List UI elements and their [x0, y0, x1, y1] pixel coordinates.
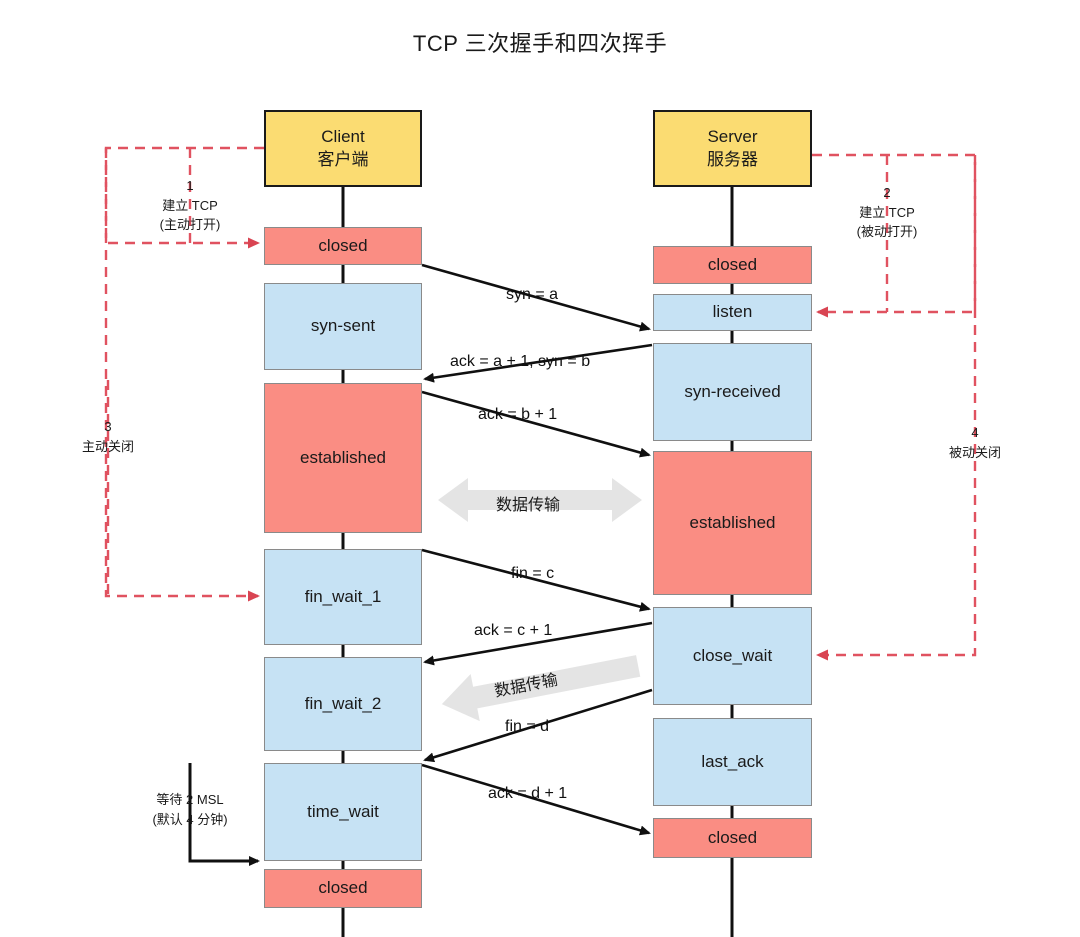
note-msl-wait: 等待 2 MSL (默认 4 分钟)	[130, 790, 250, 829]
state-label: closed	[707, 827, 758, 847]
server-state-close-wait: close_wait	[653, 607, 812, 705]
state-label: established	[299, 447, 386, 467]
server-state-closed-final: closed	[653, 818, 812, 858]
note-2-line2: (被动打开)	[856, 224, 918, 239]
message-label-ack-d: ack = d + 1	[488, 785, 568, 802]
server-state-last-ack: last_ack	[653, 718, 812, 806]
client-state-fin-wait-2: fin_wait_2	[264, 657, 422, 751]
server-state-syn-received: syn-received	[653, 343, 812, 441]
client-state-closed-initial: closed	[264, 227, 422, 265]
server-header-en: Server	[707, 126, 758, 146]
state-label: listen	[712, 302, 753, 322]
note-3-number: 3	[104, 419, 112, 434]
client-state-established: established	[264, 383, 422, 533]
message-label-ack-c: ack = c + 1	[474, 622, 553, 639]
server-state-established: established	[653, 451, 812, 595]
client-header-cn: 客户端	[317, 149, 369, 169]
note-1-line1: 建立 TCP	[162, 197, 218, 213]
note-3-active-close: 3 主动关闭	[48, 417, 168, 456]
data-transfer-label-upper: 数据传输	[496, 497, 561, 514]
message-label-fin-c: fin = c	[511, 565, 555, 582]
state-label: established	[689, 512, 776, 532]
server-header-box: Server 服务器	[653, 110, 812, 187]
message-label-ack-b: ack = b + 1	[478, 406, 558, 423]
state-label: closed	[318, 878, 368, 898]
client-state-fin-wait-1: fin_wait_1	[264, 549, 422, 645]
note-1-number: 1	[186, 178, 194, 193]
state-label: closed	[318, 235, 368, 255]
state-label: close_wait	[692, 645, 773, 665]
server-state-listen: listen	[653, 294, 812, 331]
note-3-line1: 主动关闭	[81, 438, 134, 454]
state-label: time_wait	[307, 801, 379, 821]
client-header-box: Client 客户端	[264, 110, 422, 187]
message-arrows	[421, 263, 653, 836]
note-msl-line2: (默认 4 分钟)	[152, 811, 228, 827]
state-label: syn-received	[684, 381, 781, 401]
client-header-en: Client	[321, 126, 365, 146]
server-header-cn: 服务器	[707, 149, 758, 169]
state-label: syn-sent	[310, 316, 376, 336]
note-1-establish-tcp-active: 1 建立 TCP (主动打开)	[130, 176, 250, 235]
state-label: fin_wait_1	[304, 586, 382, 606]
note-2-number: 2	[883, 185, 891, 200]
state-label: fin_wait_2	[304, 693, 382, 713]
note-msl-line1: 等待 2 MSL	[156, 792, 224, 807]
message-label-syn-a: syn = a	[506, 286, 559, 303]
note-4-number: 4	[971, 425, 979, 440]
client-state-closed-final: closed	[264, 869, 422, 908]
note-4-passive-close: 4 被动关闭	[915, 423, 1035, 462]
note-4-line1: 被动关闭	[948, 444, 1001, 460]
page-title: TCP 三次握手和四次挥手	[412, 31, 668, 56]
server-state-closed-initial: closed	[653, 246, 812, 284]
message-label-fin-d: fin = d	[505, 718, 550, 735]
state-label: closed	[707, 254, 758, 274]
message-label-ack-a-syn-b: ack = a + 1, syn = b	[450, 353, 591, 370]
client-state-time-wait: time_wait	[264, 763, 422, 861]
note-2-establish-tcp-passive: 2 建立 TCP (被动打开)	[827, 183, 947, 242]
note-1-line2: (主动打开)	[159, 217, 221, 232]
state-label: last_ack	[701, 751, 764, 771]
note-2-line1: 建立 TCP	[859, 204, 915, 220]
client-state-syn-sent: syn-sent	[264, 283, 422, 370]
